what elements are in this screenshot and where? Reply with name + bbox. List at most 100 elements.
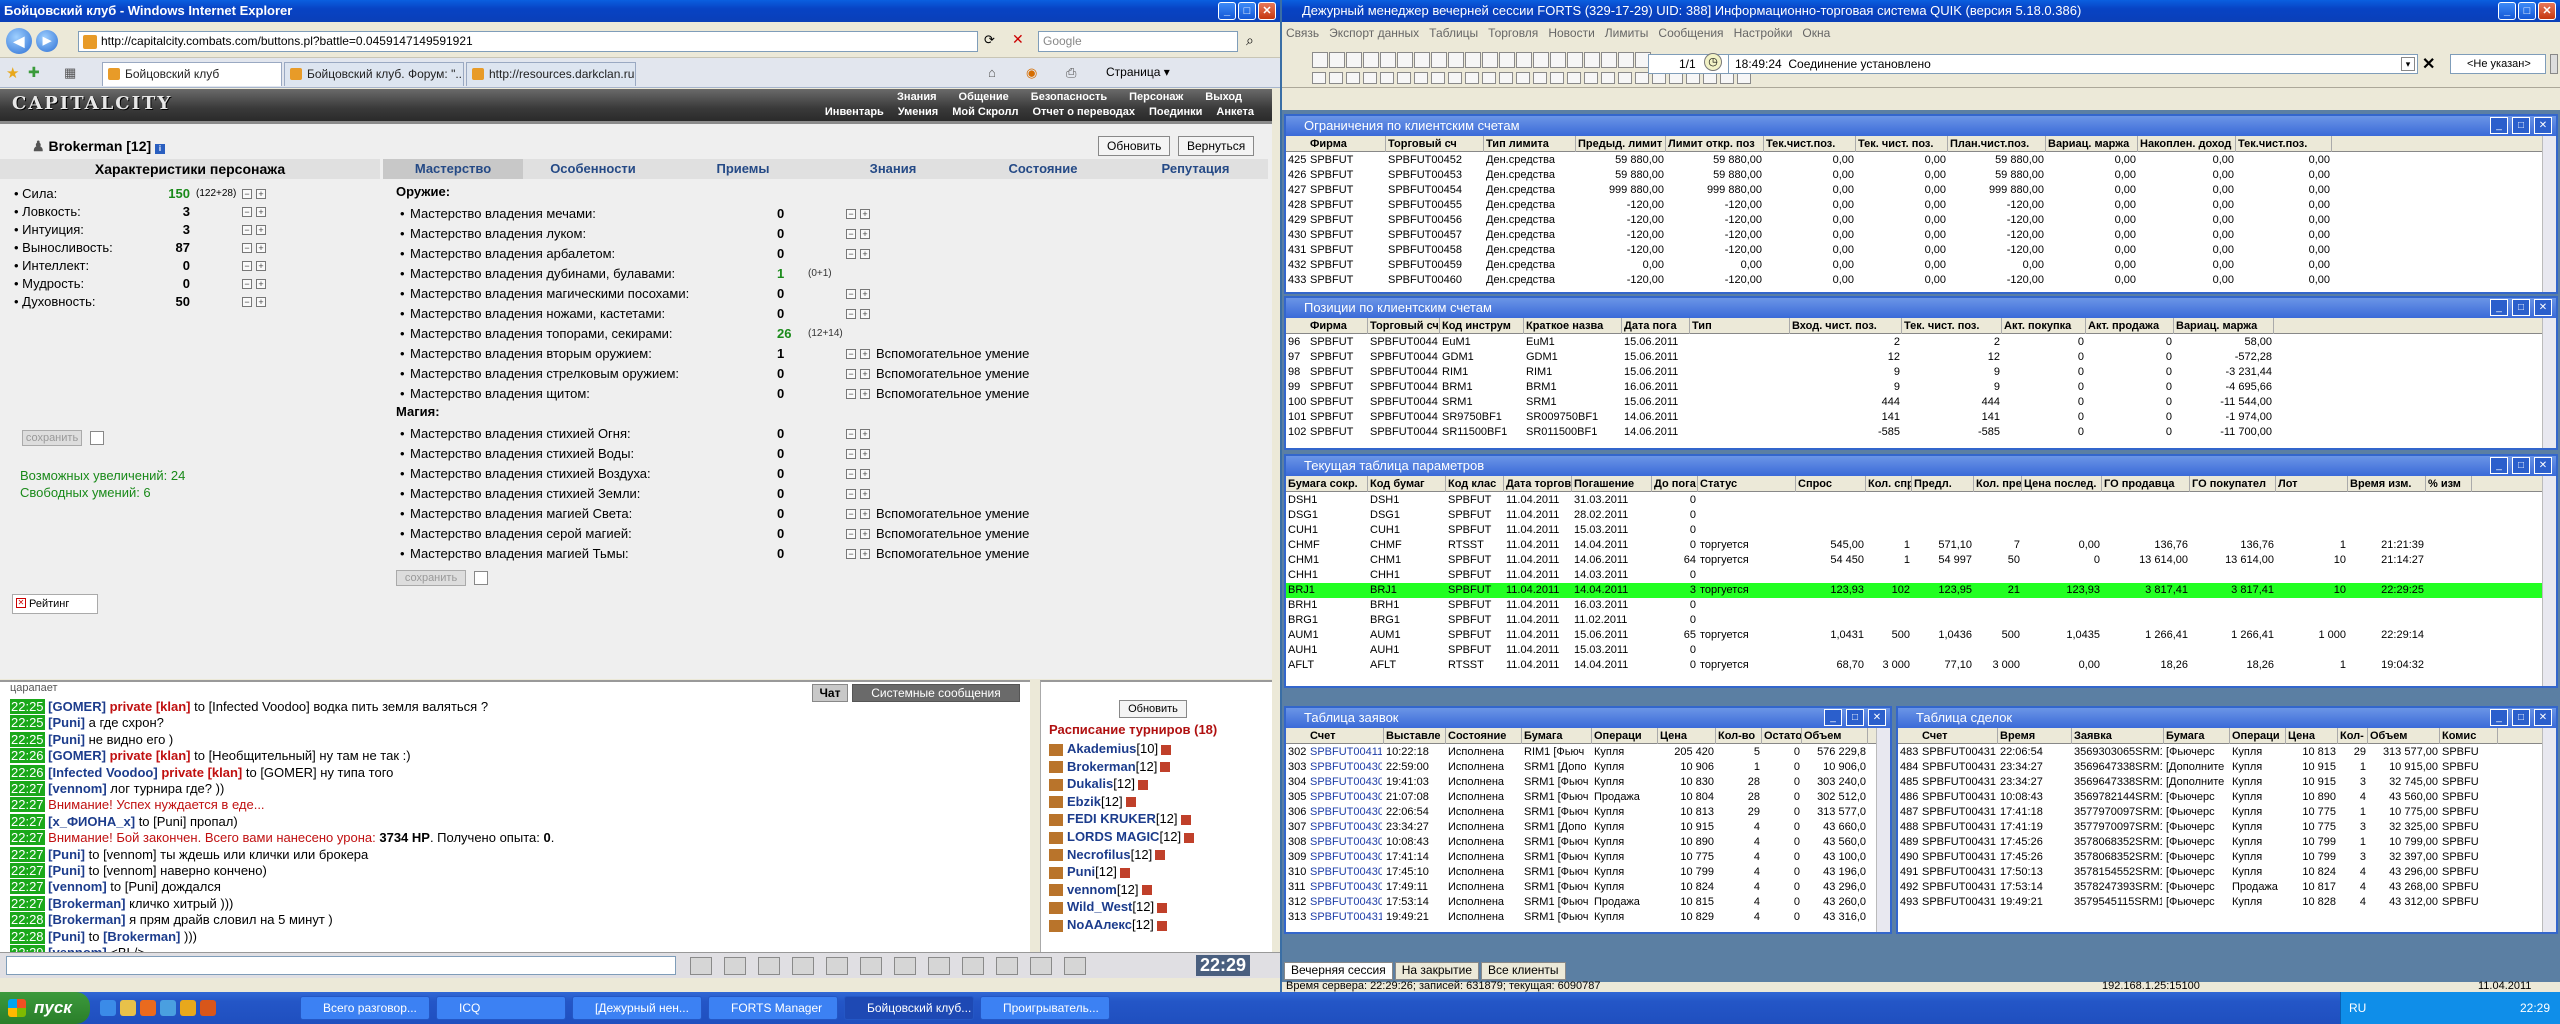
ie-icon[interactable] (100, 1000, 116, 1016)
table-row[interactable]: BRG1 BRG1 SPBFUT 11.04.2011 11.02.2011 0 (1286, 613, 2556, 628)
chat-time[interactable]: 22:28 (10, 912, 45, 928)
plus-icon[interactable]: + (256, 225, 266, 235)
tab-skill-0[interactable]: Мастерство (383, 159, 523, 179)
column-header[interactable]: Вариац. маржа (2046, 136, 2138, 152)
tab-skill-4[interactable]: Состояние (963, 159, 1123, 179)
minus-icon[interactable]: − (846, 229, 856, 239)
plus-icon[interactable]: + (860, 369, 870, 379)
quik-menu-item[interactable]: Лимиты (1605, 26, 1649, 40)
chat-time[interactable]: 22:27 (10, 863, 45, 878)
table-row[interactable]: 430 SPBFUT SPBFUT00457 Ден.средства -120,00 -… (1286, 228, 2556, 243)
plus-icon[interactable]: + (860, 349, 870, 359)
save-skills-button[interactable]: сохранить (396, 570, 466, 586)
minimize-button[interactable]: _ (2490, 117, 2508, 134)
minus-icon[interactable]: − (242, 279, 252, 289)
player-item[interactable]: Ebzik[12] (1049, 793, 1136, 811)
table-row[interactable]: 98 SPBFUT SPBFUT00443 RIM1 RIM1 15.06.2011 9 9 0… (1286, 365, 2556, 380)
column-header[interactable]: ГО продавца (2102, 476, 2190, 492)
menu-item[interactable]: Безопасность (1031, 91, 1107, 103)
chat-time[interactable]: 22:28 (10, 928, 45, 944)
table-row[interactable]: 304 SPBFUT00430 19:41:03 Исполнена SRM1 [Фью… (1286, 775, 1890, 790)
toolbar-icon[interactable] (1533, 72, 1547, 84)
plus-icon[interactable]: + (860, 429, 870, 439)
media-icon[interactable] (140, 1000, 156, 1016)
maximize-button[interactable]: □ (1846, 709, 1864, 726)
quick-tabs-icon[interactable]: ▦ (64, 65, 76, 81)
table-row[interactable]: DSG1 DSG1 SPBFUT 11.04.2011 28.02.2011 0 (1286, 508, 2556, 523)
chat-time[interactable]: 22:29 (10, 945, 45, 952)
tournaments-link[interactable]: Расписание турниров (18) (1049, 722, 1217, 737)
session-tab[interactable]: Вечерняя сессия (1284, 962, 1393, 980)
plus-icon[interactable]: + (860, 389, 870, 399)
info-icon[interactable] (1125, 797, 1136, 808)
taskbar-item[interactable]: Проигрыватель... (980, 996, 1110, 1020)
close-button[interactable]: ✕ (1868, 709, 1886, 726)
player-item[interactable]: Akademius[10] (1049, 740, 1172, 758)
lang-indicator[interactable]: RU (2349, 992, 2366, 1024)
plus-icon[interactable]: + (860, 209, 870, 219)
table-row[interactable]: 101 SPBFUT SPBFUT00445 SR9750BF1 SR009750BF1… (1286, 410, 2556, 425)
table-row[interactable]: 99 SPBFUT SPBFUT00443 BRM1 BRM1 16.06.2011 9 9 0… (1286, 380, 2556, 395)
minus-icon[interactable]: − (846, 209, 856, 219)
minus-icon[interactable]: − (242, 207, 252, 217)
player-item[interactable]: Necrofilus[12] (1049, 846, 1166, 864)
sword-icon[interactable] (962, 957, 984, 975)
player-item[interactable]: Dukalis[12] (1049, 775, 1148, 793)
toolbar-icon[interactable] (1431, 72, 1445, 84)
toolbar-icon[interactable] (1329, 72, 1343, 84)
column-header[interactable]: Кол. пред (1974, 476, 2022, 492)
submenu-item[interactable]: Отчет о переводах (1032, 106, 1135, 118)
toolbar-icon[interactable] (1397, 72, 1411, 84)
maximize-button[interactable]: □ (2512, 117, 2530, 134)
page-menu[interactable]: Страница ▾ (1106, 65, 1170, 79)
chat-time[interactable]: 22:27 (10, 797, 45, 813)
taskbar-item[interactable]: FORTS Manager (708, 996, 838, 1020)
maximize-button[interactable]: □ (1238, 2, 1256, 20)
taskbar-item[interactable]: ICQ (436, 996, 566, 1020)
table-row[interactable]: CHM1 CHM1 SPBFUT 11.04.2011 14.06.2011 64 торг… (1286, 553, 2556, 568)
players-refresh-button[interactable]: Обновить (1119, 700, 1187, 718)
search-icon[interactable]: ⌕ (1246, 32, 1254, 49)
table-row[interactable]: CUH1 CUH1 SPBFUT 11.04.2011 15.03.2011 0 (1286, 523, 2556, 538)
table-row[interactable]: 102 SPBFUT SPBFUT00445 SR11500BF1 SR011500BF… (1286, 425, 2556, 440)
table-row[interactable]: 97 SPBFUT SPBFUT00443 GDM1 GDM1 15.06.2011 12 1… (1286, 350, 2556, 365)
menu-item[interactable]: Общение (959, 91, 1009, 103)
confirm-checkbox[interactable] (474, 571, 488, 585)
table-row[interactable]: 425 SPBFUT SPBFUT00452 Ден.средства 59 880,0… (1286, 153, 2556, 168)
settings-icon[interactable] (894, 957, 916, 975)
minimize-button[interactable]: _ (2490, 457, 2508, 474)
search-input[interactable]: Google (1038, 31, 1238, 52)
table-row[interactable]: 433 SPBFUT SPBFUT00460 Ден.средства -120,00 -… (1286, 273, 2556, 288)
toolbar-icon[interactable] (1550, 52, 1566, 68)
tab-skill-2[interactable]: Приемы (673, 159, 813, 179)
column-header[interactable]: Акт. покупка (2002, 318, 2086, 334)
plus-icon[interactable]: + (256, 297, 266, 307)
column-header[interactable]: % изм (2426, 476, 2472, 492)
column-header[interactable]: Тип лимита (1484, 136, 1576, 152)
column-header[interactable]: Время изм. (2348, 476, 2426, 492)
table-row[interactable]: 309 SPBFUT00430 17:41:14 Исполнена SRM1 [Фью… (1286, 850, 1890, 865)
toolbar-icon[interactable] (1533, 52, 1549, 68)
print-icon[interactable]: ⎙ (1066, 65, 1076, 81)
chat-time[interactable]: 22:25 (10, 699, 45, 714)
close-button[interactable]: ✕ (2534, 709, 2552, 726)
submenu-item[interactable]: Мой Скролл (952, 106, 1018, 118)
table-row[interactable]: 485 SPBFUT00431 23:34:27 3569647338SRM1 [Доп… (1898, 775, 2556, 790)
minus-icon[interactable]: − (242, 225, 252, 235)
info-icon[interactable] (1184, 832, 1195, 843)
column-header[interactable]: Лот (2276, 476, 2348, 492)
column-header[interactable]: Комис (2440, 728, 2498, 744)
table-row[interactable]: AFLT AFLT RTSST 11.04.2011 14.04.2011 0 торгуе… (1286, 658, 2556, 673)
column-header[interactable]: Предл. (1912, 476, 1974, 492)
player-item[interactable]: LORDS MAGIC[12] (1049, 828, 1195, 846)
sound-icon[interactable] (860, 957, 882, 975)
column-header[interactable]: Счет (1920, 728, 1998, 744)
exit-icon[interactable] (1064, 957, 1086, 975)
submenu-item[interactable]: Анкета (1216, 106, 1254, 118)
table-row[interactable]: 427 SPBFUT SPBFUT00454 Ден.средства 999 880,… (1286, 183, 2556, 198)
close-button[interactable]: ✕ (2534, 299, 2552, 316)
favorites-star-icon[interactable]: ★ (6, 64, 19, 82)
column-header[interactable]: Бумага сокр. (1286, 476, 1368, 492)
table-row[interactable]: 302 SPBFUT00411 10:22:18 Исполнена RIM1 [Фью… (1286, 745, 1890, 760)
plus-icon[interactable]: + (256, 261, 266, 271)
